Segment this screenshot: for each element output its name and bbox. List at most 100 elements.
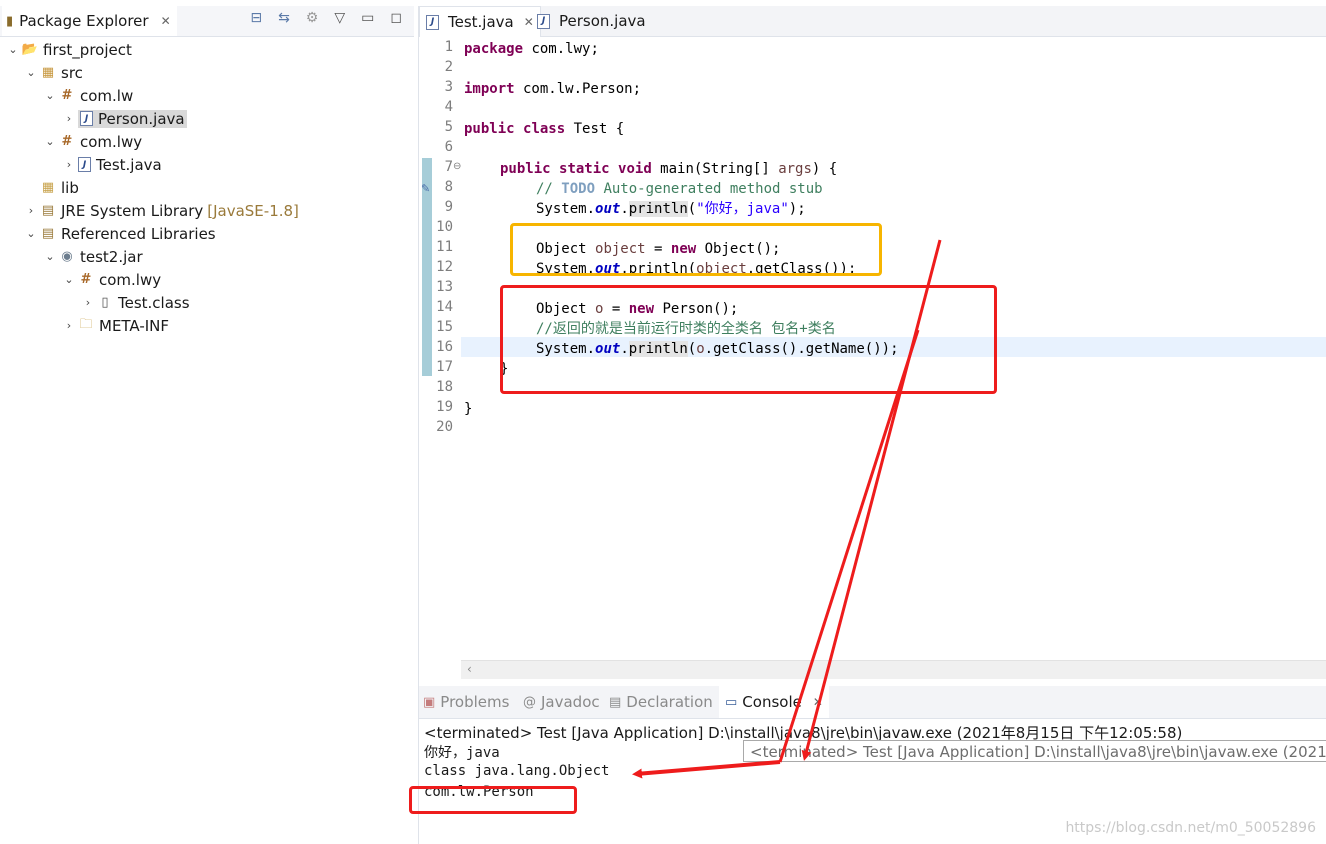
chevron-right-icon[interactable]: ›: [60, 112, 78, 125]
tree-item-person-java[interactable]: › J Person.java: [60, 107, 187, 130]
line-number: 6: [444, 139, 453, 155]
code-line-9[interactable]: System.out.println("你好，java");: [464, 199, 806, 219]
tab-javadoc[interactable]: @ Javadoc: [523, 686, 600, 718]
todo-tag: TODO: [561, 181, 596, 197]
editor-tabbar: J Test.java ✕ J Person.java: [419, 6, 1326, 37]
tab-console[interactable]: ▭ Console ✕: [719, 686, 829, 718]
package-explorer-tab[interactable]: ▮ Package Explorer ✕: [2, 6, 177, 36]
chevron-right-icon[interactable]: ›: [79, 296, 97, 309]
keyword: static: [559, 161, 610, 177]
tree-item-label: com.lwy: [99, 270, 162, 289]
comment: Auto-generated method stub: [595, 181, 823, 197]
code-text: main(String[]: [651, 161, 779, 177]
tree-item-project[interactable]: ⌄ 📂 first_project: [4, 38, 132, 61]
line-number: 16: [436, 339, 453, 355]
tree-item-label: META-INF: [99, 316, 170, 335]
tree-item-label: Referenced Libraries: [61, 224, 216, 243]
tree-item-package-com-lw[interactable]: ⌄ # com.lw: [41, 84, 133, 107]
package-explorer-view: ▮ Package Explorer ✕ ⊟ ⇆ ⚙ ▽ ▭ ◻ ⌄ 📂 fir…: [0, 0, 414, 844]
folder-icon: ▦: [41, 180, 55, 195]
chevron-right-icon[interactable]: ›: [60, 158, 78, 171]
horizontal-scrollbar[interactable]: ‹: [461, 660, 1326, 679]
code-text: System.: [536, 201, 596, 217]
line-number: 8: [444, 179, 453, 195]
line-number: 3: [444, 79, 453, 95]
chevron-right-icon[interactable]: ›: [22, 204, 40, 217]
filter-icon[interactable]: ⚙: [306, 10, 319, 26]
tree-item-label: first_project: [43, 40, 132, 59]
method-occurrence: println: [628, 201, 688, 217]
chevron-down-icon[interactable]: ⌄: [60, 273, 78, 286]
chevron-down-icon[interactable]: ⌄: [41, 89, 59, 102]
line-number: 20: [436, 419, 453, 435]
string-literal: "你好，java": [696, 201, 789, 217]
tree-item-meta-inf[interactable]: › 🗀 META-INF: [60, 314, 169, 337]
tab-problems[interactable]: ▣ Problems: [423, 686, 509, 718]
tree-item-test2-jar[interactable]: ⌄ ◉ test2.jar: [41, 245, 142, 268]
selected-item[interactable]: J Person.java: [78, 109, 187, 128]
maximize-icon[interactable]: ◻: [390, 10, 402, 26]
tree-item-test-java[interactable]: › J Test.java: [60, 153, 162, 176]
chevron-right-icon[interactable]: ›: [60, 319, 78, 332]
code-line-5[interactable]: public class Test {: [464, 119, 624, 139]
line-number: 12: [436, 259, 453, 275]
library-icon: ▤: [41, 226, 55, 241]
chevron-down-icon[interactable]: ⌄: [22, 66, 40, 79]
tree-item-label: Person.java: [98, 109, 185, 128]
tree-item-src[interactable]: ⌄ ▦ src: [22, 61, 83, 84]
scroll-left-icon[interactable]: ‹: [467, 662, 472, 676]
at-icon: @: [523, 694, 536, 710]
link-with-editor-icon[interactable]: ⇆: [278, 10, 290, 26]
keyword: package: [464, 41, 524, 57]
tree-item-referenced-libraries[interactable]: ⌄ ▤ Referenced Libraries: [22, 222, 216, 245]
line-number: 2: [444, 59, 453, 75]
line-number: 18: [436, 379, 453, 395]
tree-item-decoration: [JavaSE-1.8]: [207, 201, 299, 220]
code-line-19[interactable]: }: [464, 399, 472, 419]
tree-item-label: Test.java: [96, 155, 162, 174]
line-number: 14: [436, 299, 453, 315]
keyword: public: [500, 161, 551, 177]
chevron-down-icon[interactable]: ⌄: [22, 227, 40, 240]
problems-icon: ▣: [423, 694, 436, 710]
line-number: 7: [444, 159, 453, 175]
comment: //: [536, 181, 562, 197]
tree-item-package-com-lwy[interactable]: ⌄ # com.lwy: [41, 130, 142, 153]
code-line-3[interactable]: import com.lw.Person;: [464, 79, 641, 99]
code-line-7[interactable]: public static void main(String[] args) {: [464, 159, 837, 179]
chevron-down-icon[interactable]: ⌄: [4, 43, 22, 56]
tab-person-java[interactable]: J Person.java: [531, 6, 652, 36]
tree-item-test-class[interactable]: › ▯ Test.class: [79, 291, 190, 314]
line-number: 10: [436, 219, 453, 235]
line-number: 1: [444, 39, 453, 55]
tree-item-label: lib: [61, 178, 79, 197]
chevron-down-icon[interactable]: ⌄: [41, 135, 59, 148]
console-icon: ▭: [725, 694, 738, 710]
minimize-icon[interactable]: ▭: [361, 10, 374, 26]
console-output-line: 你好，java: [424, 745, 500, 761]
static-field: out: [595, 201, 621, 217]
tree-item-jre-library[interactable]: › ▤ JRE System Library [JavaSE-1.8]: [22, 199, 299, 222]
tab-test-java[interactable]: J Test.java ✕: [419, 6, 541, 37]
tree-item-label: JRE System Library: [61, 201, 204, 220]
collapse-all-icon[interactable]: ⊟: [250, 10, 262, 26]
fold-collapse-icon[interactable]: ⊖: [453, 161, 461, 172]
tree-item-lib[interactable]: ▦ lib: [22, 176, 79, 199]
close-icon[interactable]: ✕: [161, 14, 171, 28]
view-menu-icon[interactable]: ▽: [334, 10, 345, 26]
annotation-box-yellow: [510, 223, 882, 276]
package-explorer-toolbar: ⊟ ⇆ ⚙ ▽ ▭ ◻: [250, 10, 402, 26]
code-line-8[interactable]: // TODO Auto-generated method stub: [464, 179, 823, 199]
tree-item-jar-package-com-lwy[interactable]: ⌄ # com.lwy: [60, 268, 161, 291]
task-marker-icon[interactable]: ✎: [421, 182, 430, 195]
tab-declaration[interactable]: ▤ Declaration: [609, 686, 713, 718]
code-line-1[interactable]: package com.lwy;: [464, 39, 599, 59]
code-text: ) {: [811, 161, 838, 177]
chevron-down-icon[interactable]: ⌄: [41, 250, 59, 263]
close-icon[interactable]: ✕: [813, 695, 823, 709]
keyword: public: [464, 121, 515, 137]
code-text: (: [687, 201, 697, 217]
